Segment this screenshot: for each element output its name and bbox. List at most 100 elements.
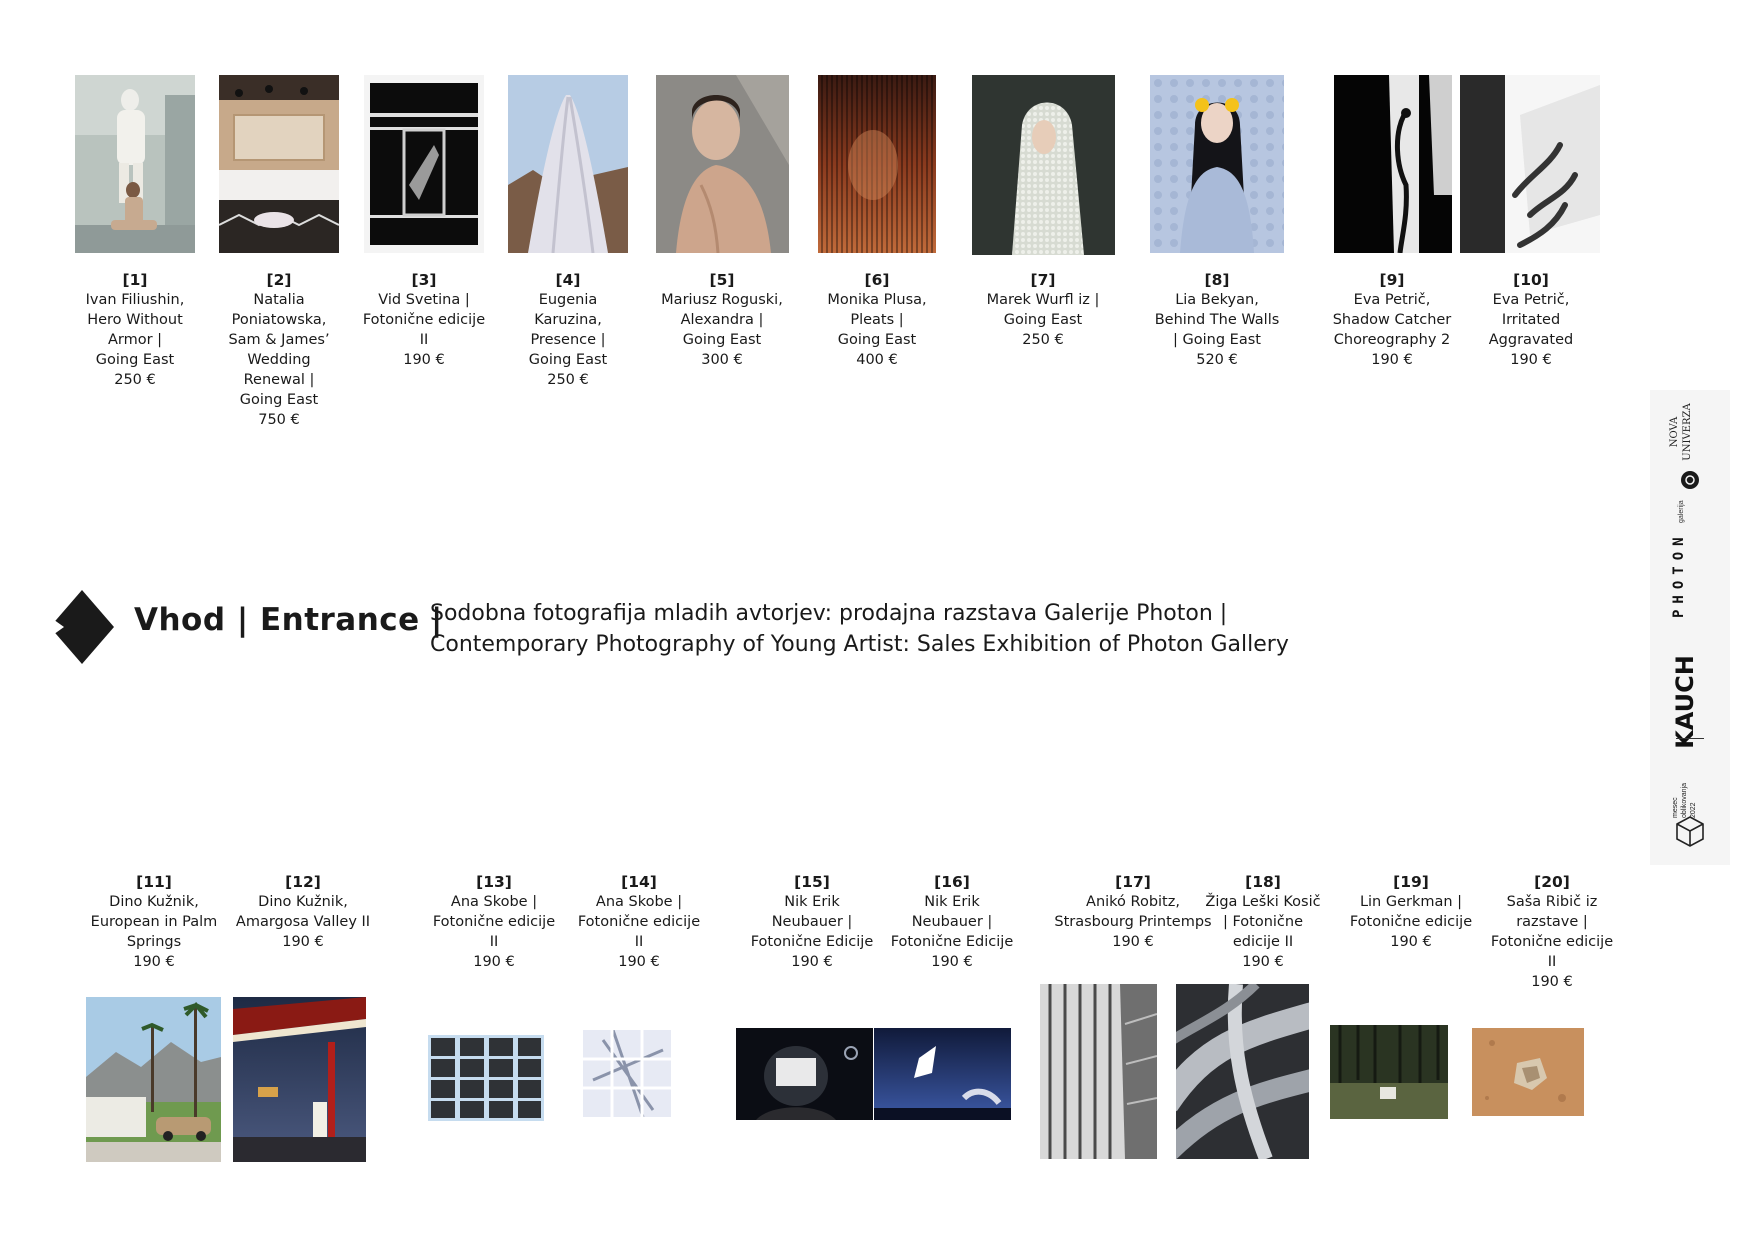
caption-line: Poniatowska, [231, 312, 327, 328]
artwork-14-image [583, 1030, 671, 1117]
artwork-14-number: [14] [621, 873, 657, 891]
cube-icon [1676, 816, 1704, 847]
artwork-15-caption: [15] Nik Erik Neubauer | Fotonične Edici… [742, 872, 882, 972]
artwork-7-price: 250 € [1022, 332, 1064, 348]
caption-line: Aggravated [1488, 332, 1574, 348]
caption-line: Shadow Catcher [1332, 312, 1452, 328]
caption-line: II [489, 934, 499, 950]
caption-line: Fotonične Edicije [890, 934, 1014, 950]
artwork-1-image [75, 75, 195, 253]
artwork-5-caption: [5] Mariusz Roguski, Alexandra | Going E… [652, 270, 792, 370]
caption-line: Fotonične edicije [1349, 914, 1473, 930]
caption-line: Behind The Walls [1154, 312, 1280, 328]
artwork-11-image [86, 997, 221, 1162]
artwork-19-image [1330, 1025, 1448, 1119]
caption-line: Ivan Filiushin, [85, 292, 185, 308]
artwork-16-price: 190 € [931, 954, 973, 970]
artwork-14-caption: [14] Ana Skobe | Fotonične edicije II 19… [569, 872, 709, 972]
artwork-15-image [736, 1028, 873, 1120]
caption-line: Lia Bekyan, [1175, 292, 1259, 308]
artwork-13-price: 190 € [473, 954, 515, 970]
artwork-16-number: [16] [934, 873, 970, 891]
caption-line: Renewal | [243, 372, 315, 388]
caption-line: Vid Svetina | [378, 292, 470, 308]
caption-line: Armor | [107, 332, 163, 348]
caption-line: Eugenia [538, 292, 598, 308]
caption-line: Fotonične edicije [577, 914, 701, 930]
artwork-1-caption: [1] Ivan Filiushin, Hero Without Armor |… [65, 270, 205, 390]
mesec-oblikovanja-logo: mesec oblikovanja 2022 [1672, 782, 1697, 818]
artwork-18-number: [18] [1245, 873, 1281, 891]
caption-line: II [1547, 954, 1557, 970]
artwork-10-caption: [10] Eva Petrič, Irritated Aggravated 19… [1461, 270, 1601, 370]
artwork-4-price: 250 € [547, 372, 589, 388]
artwork-4-number: [4] [555, 271, 581, 289]
artwork-5-number: [5] [709, 271, 735, 289]
caption-line: Ana Skobe | [595, 894, 683, 910]
artwork-9-image [1334, 75, 1452, 253]
caption-line: Nik Erik [924, 894, 980, 910]
artwork-2-image [219, 75, 339, 253]
sponsor-divider [1676, 738, 1704, 739]
exhibition-description: Sodobna fotografija mladih avtorjev: pro… [430, 598, 1289, 660]
caption-line: Wedding [247, 352, 311, 368]
caption-line: | Going East [1173, 332, 1261, 348]
artwork-13-number: [13] [476, 873, 512, 891]
artwork-14-price: 190 € [618, 954, 660, 970]
artwork-19-price: 190 € [1390, 934, 1432, 950]
artwork-12-price: 190 € [282, 934, 324, 950]
artwork-3-price: 190 € [403, 352, 445, 368]
artwork-19-caption: [19] Lin Gerkman | Fotonične edicije 190… [1341, 872, 1481, 952]
artwork-11-price: 190 € [133, 954, 175, 970]
artwork-20-number: [20] [1534, 873, 1570, 891]
artwork-17-number: [17] [1115, 873, 1151, 891]
artwork-20-price: 190 € [1531, 974, 1573, 990]
caption-line: Going East [682, 332, 762, 348]
artwork-6-price: 400 € [856, 352, 898, 368]
artwork-18-caption: [18] Žiga Leški Kosič | Fotonične edicij… [1193, 872, 1333, 972]
artwork-10-number: [10] [1513, 271, 1549, 289]
caption-line: Natalia [253, 292, 305, 308]
artwork-13-caption: [13] Ana Skobe | Fotonične edicije II 19… [424, 872, 564, 972]
caption-line: Going East [1003, 312, 1083, 328]
caption-line: Fotonične edicije [362, 312, 486, 328]
caption-line: Karuzina, [534, 312, 602, 328]
artwork-20-image [1472, 1028, 1584, 1116]
caption-line: Hero Without [87, 312, 183, 328]
exhibition-title-slovenian: Sodobna fotografija mladih avtorjev: pro… [430, 601, 1228, 626]
artwork-3-caption: [3] Vid Svetina | Fotonične edicije II 1… [354, 270, 494, 370]
caption-line: Pleats | [850, 312, 904, 328]
caption-line: Irritated [1501, 312, 1561, 328]
artwork-1-number: [1] [122, 271, 148, 289]
caption-line: II [419, 332, 429, 348]
caption-line: Neubauer | [911, 914, 993, 930]
artwork-9-price: 190 € [1371, 352, 1413, 368]
caption-line: | Fotonične [1222, 914, 1304, 930]
entrance-arrow-icon [50, 590, 114, 664]
kauch-logo: KAUCH [1671, 655, 1699, 749]
artwork-8-number: [8] [1204, 271, 1230, 289]
caption-line: Eva Petrič, [1353, 292, 1431, 308]
caption-line: Amargosa Valley II [235, 914, 371, 930]
caption-line: Dino Kužnik, [258, 894, 348, 910]
artwork-7-caption: [7] Marek Wurfl iz | Going East 250 € [973, 270, 1113, 350]
artwork-2-caption: [2] Natalia Poniatowska, Sam & James’ We… [209, 270, 349, 430]
artwork-5-price: 300 € [701, 352, 743, 368]
photon-galerija-logo: PHOTON galerija [1671, 500, 1687, 618]
caption-line: II [634, 934, 644, 950]
caption-line: Going East [239, 392, 319, 408]
caption-line: Fotonične Edicije [750, 934, 874, 950]
artwork-9-number: [9] [1379, 271, 1405, 289]
artwork-18-image [1176, 984, 1309, 1159]
artwork-8-caption: [8] Lia Bekyan, Behind The Walls | Going… [1147, 270, 1287, 370]
artwork-16-caption: [16] Nik Erik Neubauer | Fotonične Edici… [882, 872, 1022, 972]
caption-line: Anikó Robitz, [1086, 894, 1180, 910]
caption-line: Springs [126, 934, 182, 950]
artwork-12-number: [12] [285, 873, 321, 891]
nova-univerza-seal-icon [1681, 471, 1699, 489]
artwork-17-price: 190 € [1112, 934, 1154, 950]
artwork-17-caption: [17] Anikó Robitz, Strasbourg Printemps … [1049, 872, 1217, 952]
artwork-13-image [428, 1035, 544, 1121]
caption-line: razstave | [1516, 914, 1588, 930]
artwork-10-image [1460, 75, 1600, 253]
